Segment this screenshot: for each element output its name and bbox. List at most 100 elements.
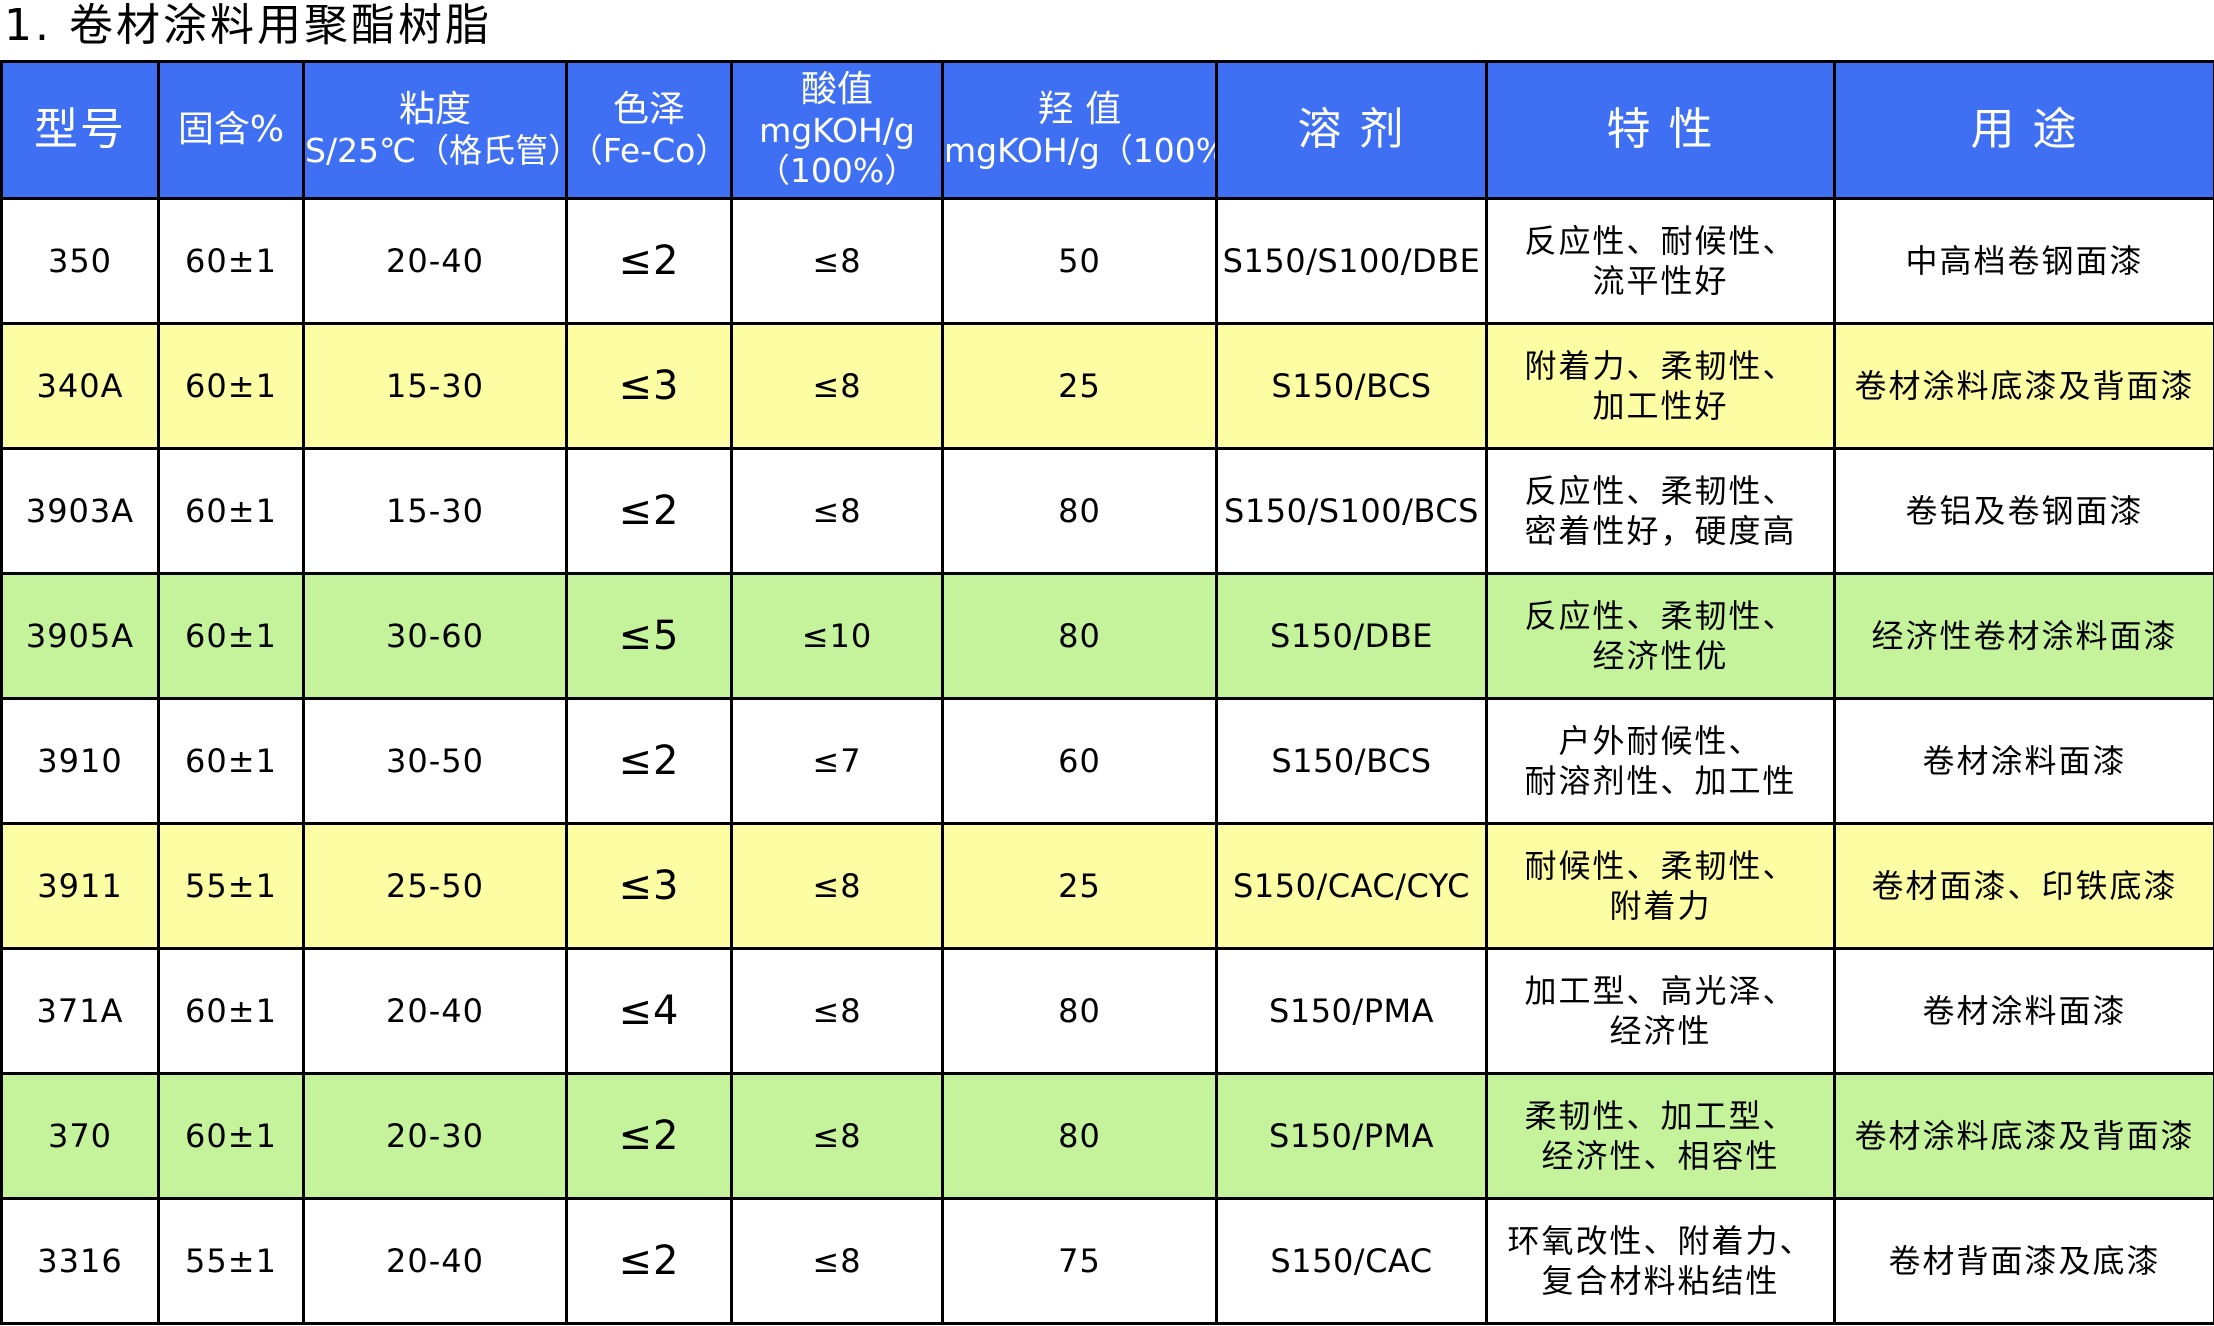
table-row: 340A 60±1 15-30 ≤3 ≤8 25 S150/BCS 附着力、柔韧性、 加工性好卷…	[0, 322, 2214, 450]
cell-property-line: 反应性、柔韧性、	[1524, 597, 1797, 635]
cell-solid: 60±1	[157, 697, 305, 825]
cell-property-line: 流平性好	[1592, 262, 1729, 300]
cell-solvent: S150/CAC	[1215, 1197, 1488, 1325]
cell-color: ≤3	[565, 822, 733, 950]
cell-solvent: S150/PMA	[1215, 947, 1488, 1075]
cell-viscosity: 30-60	[302, 572, 568, 700]
cell-acid: ≤8	[730, 1072, 944, 1200]
cell-viscosity: 20-30	[302, 1072, 568, 1200]
header-viscosity-line2: S/25℃（格氏管）	[305, 131, 567, 170]
header-color: 色泽 （Fe-Co）	[565, 60, 733, 200]
header-acid: 酸值 mgKOH/g （100%）	[730, 60, 944, 200]
cell-acid: ≤8	[730, 197, 944, 325]
cell-color: ≤2	[565, 1072, 733, 1200]
cell-property-line: 反应性、耐候性、	[1524, 222, 1797, 260]
cell-model: 370	[0, 1072, 160, 1200]
cell-model: 3903A	[0, 447, 160, 575]
cell-hydroxyl: 80	[941, 447, 1218, 575]
cell-acid: ≤8	[730, 947, 944, 1075]
header-solid: 固含%	[157, 60, 305, 200]
cell-property: 耐候性、柔韧性、 附着力	[1485, 822, 1836, 950]
cell-hydroxyl: 25	[941, 322, 1218, 450]
cell-usage: 卷铝及卷钢面漆	[1833, 447, 2214, 575]
cell-property: 环氧改性、附着力、 复合材料粘结性	[1485, 1197, 1836, 1325]
cell-model: 350	[0, 197, 160, 325]
cell-solid: 60±1	[157, 447, 305, 575]
cell-property-line: 反应性、柔韧性、	[1524, 472, 1797, 510]
cell-usage: 卷材涂料底漆及背面漆	[1833, 1072, 2214, 1200]
cell-property-line: 密着性好，硬度高	[1524, 512, 1797, 550]
cell-model: 3905A	[0, 572, 160, 700]
cell-solvent: S150/BCS	[1215, 322, 1488, 450]
cell-viscosity: 15-30	[302, 322, 568, 450]
cell-property-line: 加工型、高光泽、	[1524, 972, 1797, 1010]
header-viscosity: 粘度 S/25℃（格氏管）	[302, 60, 568, 200]
cell-hydroxyl: 80	[941, 947, 1218, 1075]
header-property: 特 性	[1485, 60, 1836, 200]
resin-spec-table: 型号 固含% 粘度 S/25℃（格氏管） 色泽 （Fe-Co） 酸值 mgKOH…	[0, 60, 2214, 1325]
cell-property-line: 经济性优	[1592, 637, 1729, 675]
cell-solid: 55±1	[157, 1197, 305, 1325]
cell-acid: ≤7	[730, 697, 944, 825]
cell-property: 反应性、耐候性、 流平性好	[1485, 197, 1836, 325]
cell-property: 附着力、柔韧性、 加工性好	[1485, 322, 1836, 450]
header-hydroxyl-line1: 羟 值	[1037, 89, 1122, 130]
header-usage-label: 用 途	[1970, 104, 2079, 155]
header-solvent: 溶 剂	[1215, 60, 1488, 200]
cell-hydroxyl: 80	[941, 572, 1218, 700]
table-body: 350 60±1 20-40 ≤2 ≤8 50 S150/S100/DBE 反应性、耐候性、流…	[0, 197, 2214, 1325]
cell-model: 3910	[0, 697, 160, 825]
cell-viscosity: 25-50	[302, 822, 568, 950]
cell-hydroxyl: 60	[941, 697, 1218, 825]
cell-solid: 60±1	[157, 1072, 305, 1200]
cell-viscosity: 20-40	[302, 1197, 568, 1325]
cell-model: 340A	[0, 322, 160, 450]
header-solid-label: 固含%	[177, 109, 285, 150]
header-hydroxyl: 羟 值 mgKOH/g（100%）	[941, 60, 1218, 200]
cell-solid: 60±1	[157, 947, 305, 1075]
cell-property-line: 环氧改性、附着力、	[1507, 1222, 1814, 1260]
cell-acid: ≤10	[730, 572, 944, 700]
cell-solvent: S150/BCS	[1215, 697, 1488, 825]
cell-property-line: 户外耐候性、	[1558, 722, 1763, 760]
cell-usage: 卷材涂料面漆	[1833, 697, 2214, 825]
cell-color: ≤2	[565, 1197, 733, 1325]
cell-property: 柔韧性、加工型、 经济性、相容性	[1485, 1072, 1836, 1200]
page-title: 1. 卷材涂料用聚酯树脂	[4, 0, 492, 51]
cell-solvent: S150/DBE	[1215, 572, 1488, 700]
cell-property: 加工型、高光泽、 经济性	[1485, 947, 1836, 1075]
cell-solvent: S150/S100/DBE	[1215, 197, 1488, 325]
header-acid-line1: 酸值	[800, 69, 873, 110]
cell-color: ≤2	[565, 447, 733, 575]
cell-property-line: 附着力、柔韧性、	[1524, 347, 1797, 385]
cell-property-line: 附着力	[1609, 887, 1712, 925]
cell-property-line: 复合材料粘结性	[1541, 1262, 1780, 1300]
cell-solid: 60±1	[157, 572, 305, 700]
cell-model: 371A	[0, 947, 160, 1075]
cell-solvent: S150/CAC/CYC	[1215, 822, 1488, 950]
cell-acid: ≤8	[730, 822, 944, 950]
table-row: 371A 60±1 20-40 ≤4 ≤8 80 S150/PMA 加工型、高光泽、 经济性 卷材…	[0, 947, 2214, 1075]
cell-color: ≤3	[565, 322, 733, 450]
cell-color: ≤5	[565, 572, 733, 700]
table-row: 3903A 60±1 15-30 ≤2 ≤8 80 S150/S100/BCS 反应性、柔韧性…	[0, 447, 2214, 575]
header-viscosity-line1: 粘度	[398, 89, 471, 130]
table-row: 3316 55±1 20-40 ≤2 ≤8 75 S150/CAC 环氧改性、附着力、 复合材料…	[0, 1197, 2214, 1325]
header-model-label: 型号	[34, 104, 126, 155]
cell-hydroxyl: 80	[941, 1072, 1218, 1200]
cell-color: ≤2	[565, 697, 733, 825]
cell-color: ≤4	[565, 947, 733, 1075]
cell-property: 反应性、柔韧性、 密着性好，硬度高	[1485, 447, 1836, 575]
header-acid-line2: mgKOH/g	[759, 111, 915, 150]
cell-usage: 经济性卷材涂料面漆	[1833, 572, 2214, 700]
header-model: 型号	[0, 60, 160, 200]
cell-property-line: 经济性、相容性	[1541, 1137, 1780, 1175]
cell-solid: 60±1	[157, 322, 305, 450]
cell-solvent: S150/PMA	[1215, 1072, 1488, 1200]
cell-property: 反应性、柔韧性、 经济性优	[1485, 572, 1836, 700]
cell-color: ≤2	[565, 197, 733, 325]
table-row: 370 60±1 20-30 ≤2 ≤8 80 S150/PMA 柔韧性、加工型、 经济性、相容…	[0, 1072, 2214, 1200]
table-row: 3905A 60±1 30-60 ≤5 ≤10 80 S150/DBE 反应性、柔韧性、 经济性…	[0, 572, 2214, 700]
table-row: 3910 60±1 30-50 ≤2 ≤7 60 S150/BCS 户外耐候性、 耐溶剂性、加工…	[0, 697, 2214, 825]
cell-property: 户外耐候性、 耐溶剂性、加工性	[1485, 697, 1836, 825]
